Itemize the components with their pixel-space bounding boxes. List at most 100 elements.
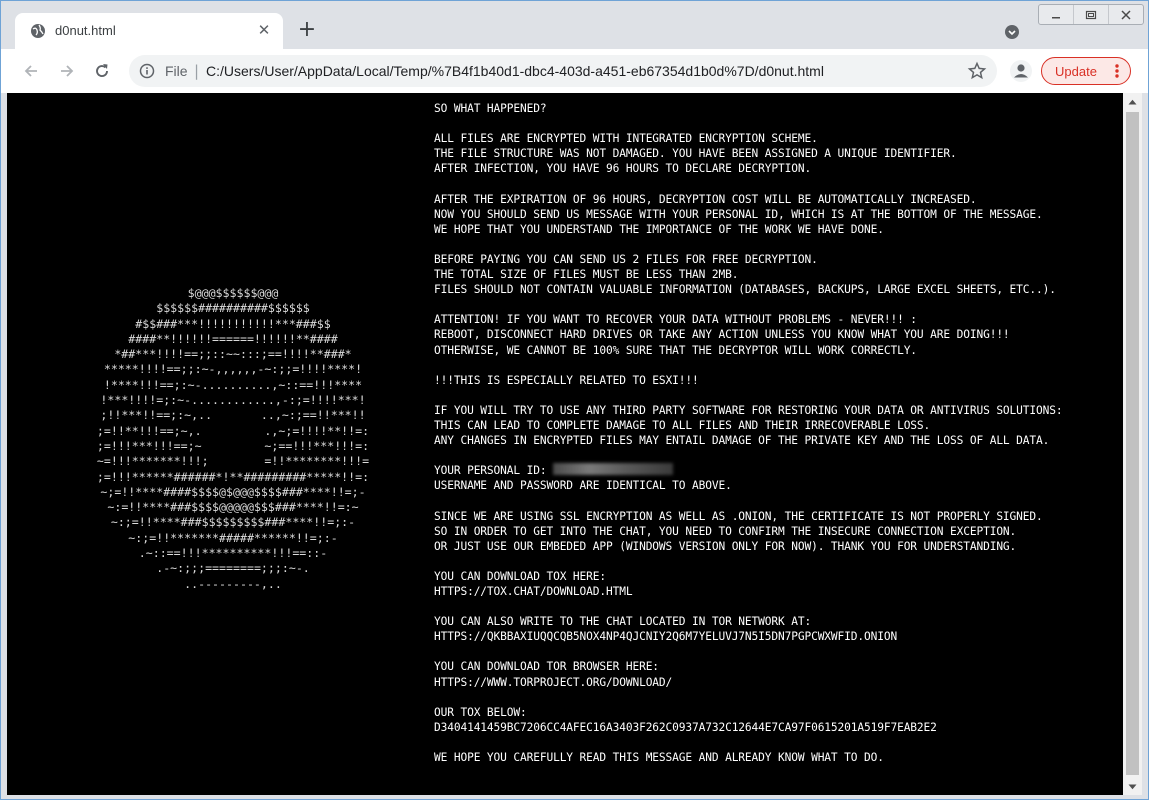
more-vertical-icon — [1115, 64, 1119, 78]
personal-id-row: YOUR PERSONAL ID: — [434, 463, 1120, 478]
note-line: USERNAME AND PASSWORD ARE IDENTICAL TO A… — [434, 479, 732, 493]
reload-icon — [96, 64, 108, 77]
scroll-thumb[interactable] — [1126, 112, 1139, 775]
ascii-line: ;!!***!!==;:~,.. ..,~:;==!!***!! — [100, 408, 366, 423]
ascii-line: ~:;=!!****###$$$$$$$$$###****!!=;:- — [110, 515, 356, 530]
note-line — [434, 388, 1120, 403]
note-line: WE HOPE THAT YOU UNDERSTAND THE IMPORTAN… — [434, 222, 884, 236]
scroll-down-button[interactable] — [1123, 778, 1142, 795]
arrow-right-icon — [61, 65, 74, 77]
scroll-up-button[interactable] — [1123, 93, 1142, 110]
forward-button[interactable] — [55, 59, 79, 83]
note-line — [434, 690, 1120, 705]
ascii-line: ####**!!!!!!======!!!!!!**#### — [128, 331, 338, 346]
ascii-line: !****!!!==;:~-..........,~::==!!!**** — [103, 377, 363, 392]
ascii-line: ~=!!!*******!!!; =!!********!!!= — [96, 454, 370, 469]
note-line: NOW YOU SHOULD SEND US MESSAGE WITH YOUR… — [434, 207, 1043, 221]
caret-up-icon — [1128, 99, 1137, 104]
note-line — [434, 599, 1120, 614]
note-line — [434, 358, 1120, 373]
back-button[interactable] — [19, 59, 43, 83]
page-content: $@@@$$$$$$@@@ $$$$$$##########$$$$$$ #$$##… — [7, 93, 1123, 795]
note-line — [434, 493, 1120, 508]
ascii-line: ~:;=!!*******#####******!!=;:- — [128, 530, 338, 545]
account-icon[interactable] — [1009, 59, 1033, 83]
note-line: OUR TOX BELOW: — [434, 705, 527, 719]
info-icon[interactable] — [139, 63, 155, 79]
star-icon[interactable] — [967, 61, 987, 81]
note-line: SINCE WE ARE USING SSL ENCRYPTION AS WEL… — [434, 509, 1043, 523]
url-text[interactable]: C:/Users/User/AppData/Local/Temp/%7B4f1b… — [206, 63, 824, 79]
ascii-line: #$$###***!!!!!!!!!!!***###$$ — [135, 316, 331, 331]
ascii-line: !***!!!!=;:~-............,-:;=!!!!***! — [100, 393, 366, 408]
ascii-line: ;=!!!******######*!**#########*****!!=: — [96, 469, 370, 484]
minimize-icon — [1052, 16, 1060, 18]
tox-id: D3404141459BC7206CC4AFEC16A3403F262C0937… — [434, 720, 937, 734]
note-line: AFTER THE EXPIRATION OF 96 HOURS, DECRYP… — [434, 192, 977, 206]
note-line — [434, 176, 1120, 191]
note-line: AFTER INFECTION, YOU HAVE 96 HOURS TO DE… — [434, 162, 812, 176]
note-heading: SO WHAT HAPPENED? — [434, 102, 547, 115]
vertical-scrollbar[interactable] — [1123, 93, 1142, 795]
ascii-line: ~:=!!****###$$$$@@@@@$$$###****!!=:~ — [107, 500, 359, 515]
note-line: OR JUST USE OUR EMBEDED APP (WINDOWS VER… — [434, 539, 1017, 553]
ascii-line: $$$$$$##########$$$$$$ — [156, 301, 310, 316]
note-line — [434, 735, 1120, 750]
tab-d0nut[interactable]: d0nut.html ✕ — [15, 13, 283, 49]
note-closing: WE HOPE YOU CAREFULLY READ THIS MESSAGE … — [434, 751, 884, 765]
note-line — [434, 554, 1120, 569]
note-line: YOU CAN DOWNLOAD TOR BROWSER HERE: — [434, 660, 659, 674]
window-controls — [1038, 4, 1144, 25]
note-line: OTHERWISE, WE CANNOT BE 100% SURE THAT T… — [434, 343, 917, 357]
update-button[interactable]: Update — [1041, 57, 1131, 85]
ascii-line: .-~:;;;========;;;:~-. — [156, 561, 310, 576]
personal-id-label: YOUR PERSONAL ID: — [434, 464, 547, 478]
maximize-button[interactable] — [1074, 5, 1109, 24]
note-line: SO IN ORDER TO GET INTO THE CHAT, YOU NE… — [434, 524, 1017, 538]
note-line: !!!THIS IS ESPECIALLY RELATED TO ESXI!!! — [434, 373, 699, 387]
arrow-left-icon — [24, 65, 37, 77]
globe-icon — [31, 24, 45, 38]
address-bar[interactable]: File | C:/Users/User/AppData/Local/Temp/… — [129, 55, 997, 87]
note-line — [434, 237, 1120, 252]
close-window-icon — [1121, 9, 1131, 20]
tor-download-link[interactable]: HTTPS://WWW.TORPROJECT.ORG/DOWNLOAD/ — [434, 675, 1120, 690]
tab-search-icon[interactable] — [1004, 24, 1020, 40]
note-line — [434, 297, 1120, 312]
note-line: IF YOU WILL TRY TO USE ANY THIRD PARTY S… — [434, 403, 1063, 417]
update-label: Update — [1055, 64, 1097, 79]
note-line: THIS CAN LEAD TO COMPLETE DAMAGE TO ALL … — [434, 418, 931, 432]
minimize-button[interactable] — [1039, 5, 1074, 24]
ascii-line: ;=!!!***!!!==;~ ~;==!!!***!!!=: — [96, 438, 370, 453]
toolbar: File | C:/Users/User/AppData/Local/Temp/… — [1, 49, 1148, 93]
note-line — [434, 448, 1120, 463]
close-window-button[interactable] — [1109, 5, 1143, 24]
ascii-line: *##***!!!!==;;::~~:::;==!!!!**###* — [114, 347, 352, 362]
ransom-note: SO WHAT HAPPENED? ALL FILES ARE ENCRYPTE… — [434, 101, 1120, 765]
browser-window: d0nut.html ✕ + File | C:/Users/User/AppD… — [0, 0, 1149, 800]
caret-down-icon — [1128, 784, 1137, 789]
close-icon[interactable]: ✕ — [255, 21, 273, 39]
reload-button[interactable] — [90, 59, 114, 83]
onion-chat-link[interactable]: HTTPS://QKBBAXIUQQCQB5NOX4NP4QJCNIY2Q6M7… — [434, 629, 1120, 644]
url-separator: | — [194, 62, 200, 80]
note-line — [434, 116, 1120, 131]
note-line: ALL FILES ARE ENCRYPTED WITH INTEGRATED … — [434, 132, 818, 146]
scheme-label: File — [165, 63, 188, 79]
ascii-donut-art: $@@@$$$$$$@@@ $$$$$$##########$$$$$$ #$$##… — [69, 286, 397, 592]
ascii-line: ~;=!!****####$$$$@$@@@$$$$###****!!=;- — [100, 484, 366, 499]
note-line: ATTENTION! IF YOU WANT TO RECOVER YOUR D… — [434, 313, 917, 327]
ascii-line: ;=!!**!!!==;~,. .,~;=!!!!**!!=: — [96, 423, 370, 438]
tab-title: d0nut.html — [55, 23, 116, 38]
tab-strip: d0nut.html ✕ + — [1, 1, 1148, 49]
note-line — [434, 644, 1120, 659]
note-line: YOU CAN ALSO WRITE TO THE CHAT LOCATED I… — [434, 615, 812, 629]
note-line: REBOOT, DISCONNECT HARD DRIVES OR TAKE A… — [434, 328, 1010, 342]
ascii-line: ..---------,.. — [184, 576, 282, 591]
tox-download-link[interactable]: HTTPS://TOX.CHAT/DOWNLOAD.HTML — [434, 584, 1120, 599]
plus-icon[interactable]: + — [296, 19, 318, 41]
ascii-line: *****!!!!==;;:~-,,,,,,-~:;;=!!!!****! — [103, 362, 363, 377]
ascii-line: $@@@$$$$$$@@@ — [187, 286, 279, 300]
note-line: YOU CAN DOWNLOAD TOX HERE: — [434, 569, 607, 583]
note-line: THE TOTAL SIZE OF FILES MUST BE LESS THA… — [434, 268, 739, 282]
